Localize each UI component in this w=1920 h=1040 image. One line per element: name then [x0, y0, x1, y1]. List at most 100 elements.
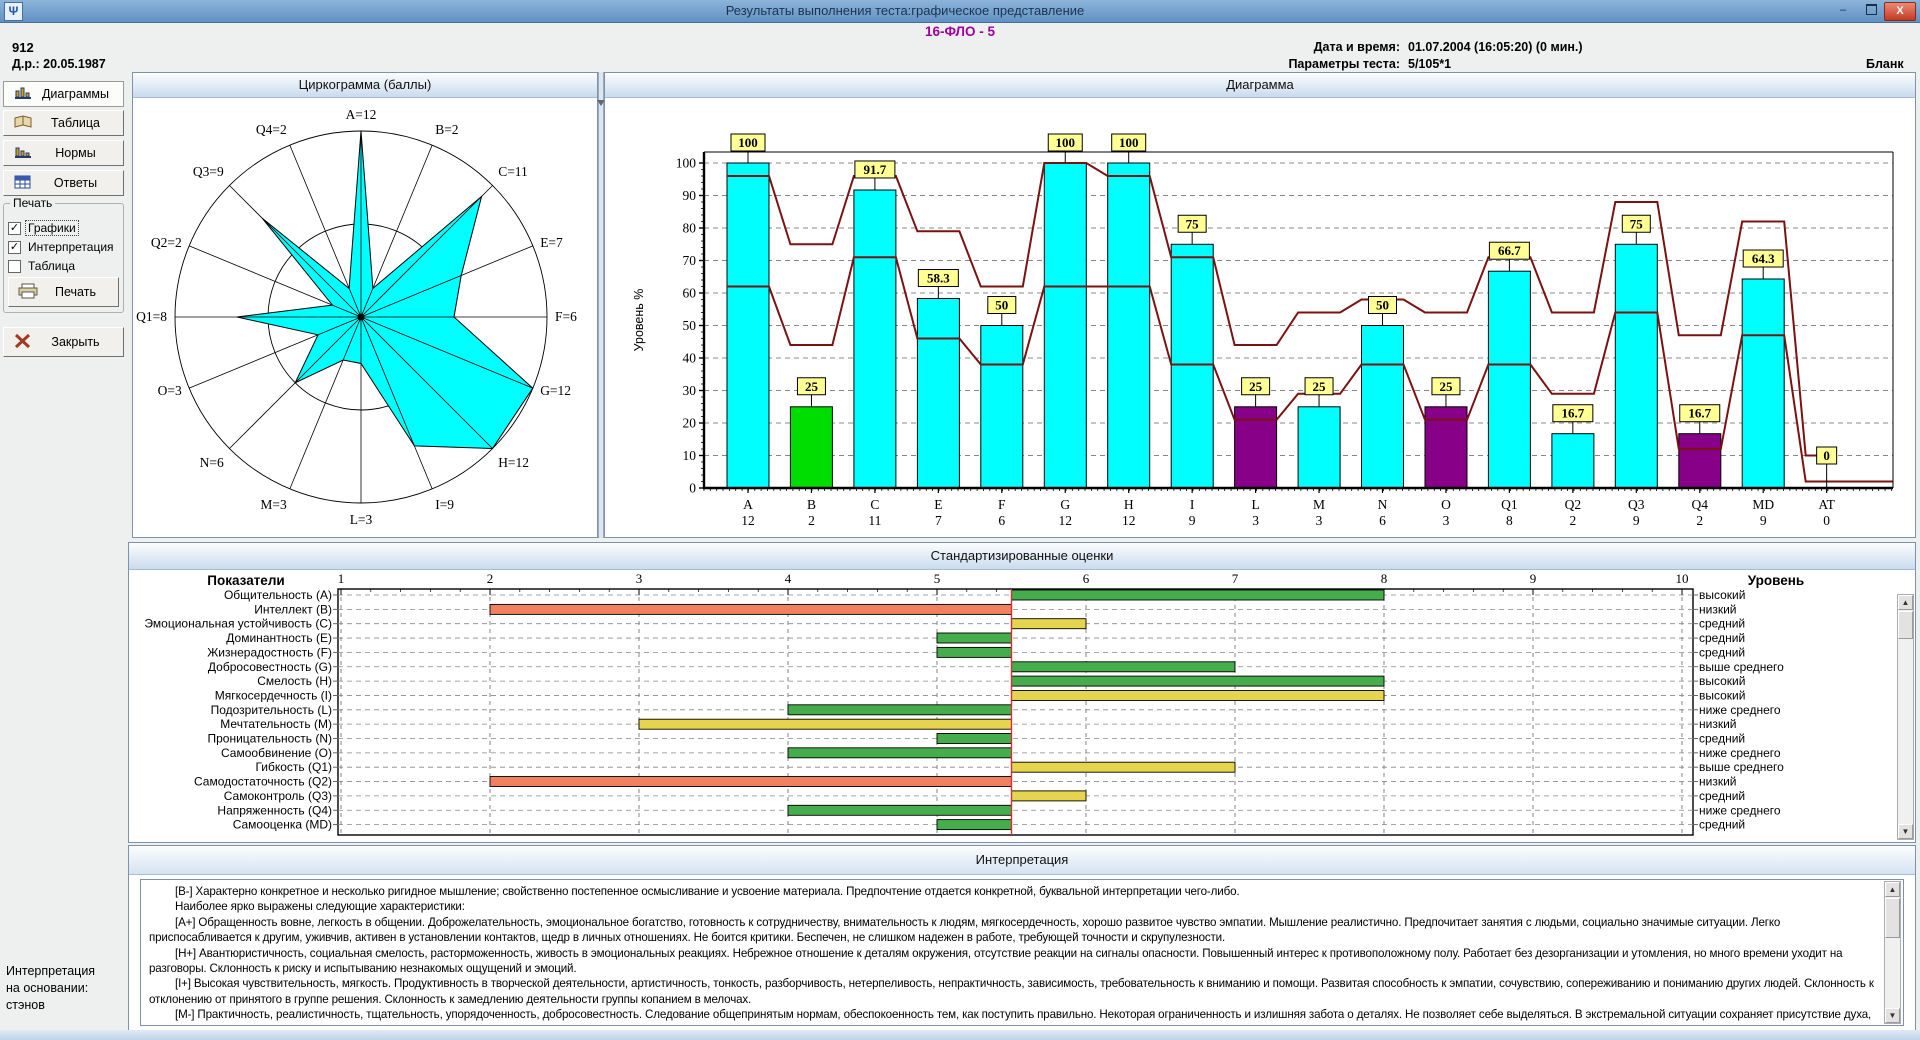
sidebar-button-label: Нормы — [34, 146, 117, 160]
sten-bar — [788, 705, 1012, 715]
window-title: Результаты выполнения теста:графическое … — [0, 3, 1810, 18]
radar-axis-label: B=2 — [435, 122, 458, 137]
radar-axis-label: I=9 — [435, 497, 454, 512]
radar-axis-label: A=12 — [346, 107, 377, 122]
x-raw-score-label: 12 — [1122, 513, 1136, 528]
radar-axis-label: L=3 — [350, 512, 373, 527]
close-x-icon — [12, 333, 34, 352]
checkbox-interpretation[interactable]: ✓ Интерпретация — [8, 240, 116, 254]
x-raw-score-label: 9 — [1760, 513, 1767, 528]
checkbox-label: Графики — [26, 221, 78, 235]
datetime-value: 01.07.2004 (16:05:20) (0 мин.) — [1408, 40, 1583, 54]
sidebar-button-diagrams[interactable]: Диаграммы — [3, 81, 124, 107]
value-label-text: 16.7 — [1561, 406, 1584, 421]
bar-F — [981, 326, 1023, 489]
radar-axis-label: N=6 — [200, 455, 224, 470]
y-axis-title: Уровень % — [632, 289, 646, 352]
bar-Q3 — [1615, 244, 1657, 488]
sten-bar — [1012, 791, 1087, 801]
svg-text:30: 30 — [683, 383, 697, 398]
checkbox-table[interactable]: Таблица — [8, 259, 77, 273]
sidebar-button-norms[interactable]: Нормы — [3, 140, 124, 166]
score-level-label: ниже среднего — [1699, 746, 1781, 760]
checkbox-icon: ✓ — [8, 241, 21, 254]
checkbox-graphics[interactable]: ✓ Графики — [8, 221, 78, 235]
bar-Q4 — [1679, 434, 1721, 488]
score-level-label: средний — [1699, 617, 1745, 631]
radar-axis-label: E=7 — [540, 235, 563, 250]
circogram-title: Циркограмма (баллы) — [133, 73, 597, 98]
checkbox-label: Интерпретация — [26, 240, 116, 254]
x-category-label: M — [1313, 497, 1325, 512]
patient-id: 912 — [12, 40, 34, 55]
restore-icon — [1866, 4, 1877, 15]
sten-bar — [1012, 762, 1236, 772]
sten-bar — [937, 647, 1012, 657]
x-raw-score-label: 3 — [1252, 513, 1259, 528]
bar-A — [727, 163, 769, 488]
interpretation-text: [B-] Характерно конкретное и несколько р… — [149, 884, 1875, 1026]
score-level-label: низкий — [1699, 775, 1737, 789]
x-category-label: MD — [1752, 497, 1774, 512]
score-level-label: высокий — [1699, 588, 1745, 602]
value-label-text: 100 — [738, 135, 758, 150]
svg-text:100: 100 — [676, 156, 697, 171]
bar-G — [1044, 163, 1086, 488]
value-label-text: 100 — [1056, 135, 1076, 150]
bar-chart-icon — [12, 86, 34, 103]
x-raw-score-label: 3 — [1443, 513, 1450, 528]
bar-N — [1362, 326, 1404, 489]
x-raw-score-label: 2 — [1569, 513, 1576, 528]
minimize-button[interactable]: – — [1830, 2, 1856, 19]
bar-H — [1108, 163, 1150, 488]
circogram-panel: Циркограмма (баллы) A=12B=2C=11E=7F=6G=1… — [132, 72, 598, 538]
interpretation-textbox[interactable]: [B-] Характерно конкретное и несколько р… — [140, 879, 1904, 1026]
sidebar-button-answers[interactable]: Ответы — [3, 170, 124, 196]
bar-E — [917, 299, 959, 489]
scroll-thumb[interactable] — [1885, 898, 1900, 938]
radar-axis-label: C=11 — [498, 164, 528, 179]
scroll-down-icon[interactable]: ▼ — [1885, 1008, 1900, 1023]
print-group-title: Печать — [10, 196, 55, 210]
x-category-label: AT — [1818, 497, 1835, 512]
scroll-up-icon[interactable]: ▲ — [1898, 595, 1913, 610]
bar-I — [1171, 244, 1213, 488]
x-category-label: A — [743, 497, 753, 512]
score-row-label: Эмоциональная устойчивость (C) — [144, 617, 332, 631]
scores-left-header: Показатели — [207, 573, 284, 588]
scores-right-header: Уровень — [1748, 573, 1804, 588]
sidebar-button-table[interactable]: Таблица — [3, 110, 124, 136]
x-category-label: Q1 — [1501, 497, 1518, 512]
test-params-label: Параметры теста: — [1200, 57, 1400, 71]
bar-Q1 — [1488, 271, 1530, 488]
scale-tick-label: 10 — [1676, 571, 1689, 586]
scale-tick-label: 6 — [1083, 571, 1090, 586]
scroll-down-icon[interactable]: ▼ — [1898, 824, 1913, 839]
scroll-thumb[interactable] — [1898, 611, 1913, 639]
restore-button[interactable] — [1858, 2, 1884, 19]
value-label-text: 100 — [1119, 135, 1139, 150]
scroll-up-icon[interactable]: ▲ — [1885, 882, 1900, 897]
value-label-text: 64.3 — [1752, 251, 1775, 266]
scale-tick-label: 8 — [1381, 571, 1388, 586]
standard-scores-title: Стандартизированные оценки — [129, 543, 1915, 570]
interpretation-scrollbar[interactable]: ▲ ▼ — [1884, 881, 1901, 1024]
sten-bar — [937, 633, 1012, 643]
score-row-label: Самооценка (MD) — [233, 818, 332, 832]
print-button[interactable]: Печать — [8, 277, 119, 307]
printer-icon — [17, 283, 39, 302]
scores-scrollbar[interactable]: ▲ ▼ — [1897, 594, 1914, 840]
value-label-text: 25 — [1313, 379, 1327, 394]
close-button[interactable]: Закрыть — [3, 327, 124, 357]
bar-C — [854, 190, 896, 488]
score-row-label: Мягкосердечность (I) — [215, 688, 332, 702]
close-window-button[interactable]: X — [1884, 2, 1916, 21]
interpretation-title: Интерпретация — [129, 846, 1915, 875]
sten-bar — [1012, 590, 1385, 600]
checkbox-icon: ✓ — [8, 222, 21, 235]
levels-bar-chart: 0102030405060708090100Уровень %A12B2C11E… — [605, 97, 1915, 537]
interpretation-basis-note: Интерпретацияна основании:стэнов — [6, 963, 95, 1014]
svg-text:60: 60 — [683, 286, 697, 301]
scale-tick-label: 9 — [1530, 571, 1537, 586]
svg-text:0: 0 — [689, 481, 696, 496]
